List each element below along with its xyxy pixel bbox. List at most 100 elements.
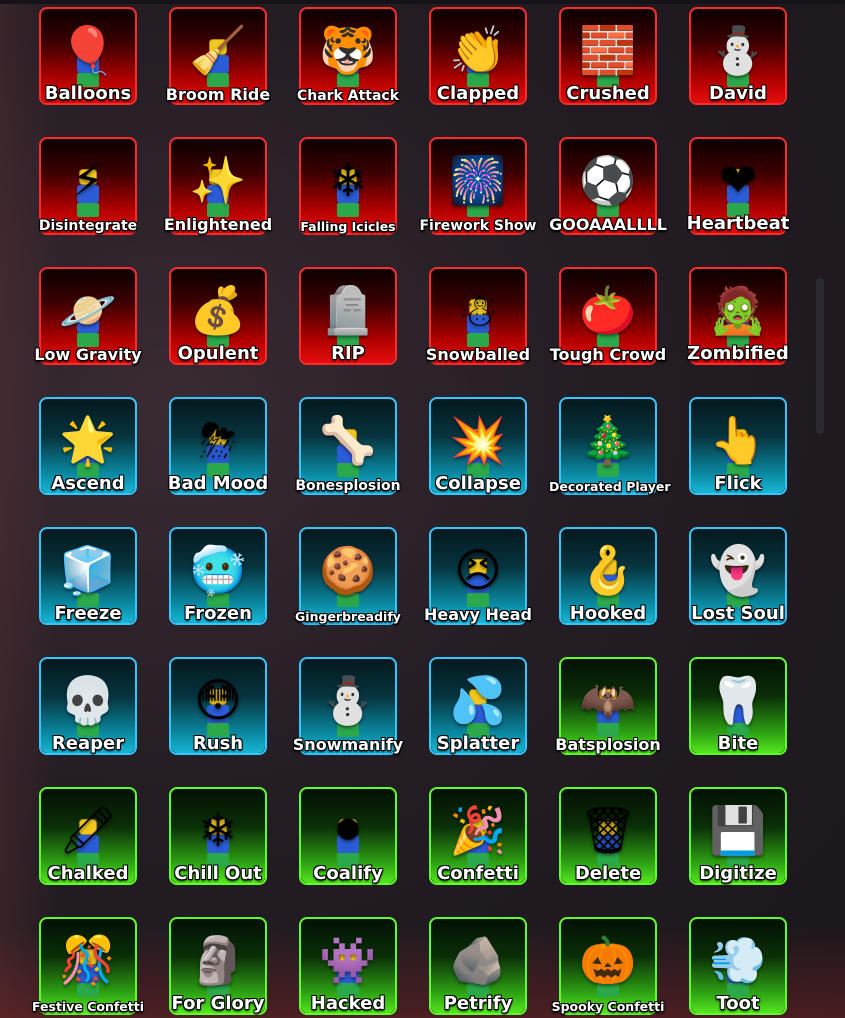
emote-label: Flick: [714, 473, 762, 494]
emote-tile[interactable]: 💨 Toot: [689, 917, 787, 1015]
tombstone-icon: 🪦: [319, 283, 377, 338]
emote-tile[interactable]: 💾 Digitize: [689, 787, 787, 885]
emote-label: Frozen: [184, 603, 252, 624]
emote-label: Opulent: [177, 343, 259, 364]
emote-label: Digitize: [699, 863, 777, 884]
emote-tile[interactable]: 🍅 Tough Crowd: [550, 267, 666, 365]
emote-tile[interactable]: ❄ Chill Out: [169, 787, 267, 885]
emote-tile[interactable]: 👻 Lost Soul: [689, 527, 787, 625]
emote-label: Balloons: [44, 83, 132, 104]
emote-tile[interactable]: 🦷 Bite: [689, 657, 787, 755]
emote-tile[interactable]: 👏 Clapped: [429, 7, 527, 105]
gingerbread-icon: 🍪: [319, 543, 377, 598]
emote-tile[interactable]: 🍪 Gingerbreadify: [295, 527, 401, 625]
emote-label: Falling Icicles: [300, 219, 396, 234]
emote-tile[interactable]: ☃ Snowballed: [426, 267, 530, 365]
emote-label: Collapse: [435, 473, 521, 494]
emote-tile[interactable]: 👾 Hacked: [299, 917, 397, 1015]
emote-label: Hooked: [569, 603, 647, 624]
coal-icon: ⚫: [328, 803, 368, 858]
emote-label: Bite: [717, 733, 759, 754]
glitch-icon: 👾: [319, 933, 377, 988]
emote-tile[interactable]: ⚡ Disintegrate: [39, 137, 137, 235]
emote-tile[interactable]: 🪨 Petrify: [429, 917, 527, 1015]
snowflake-icon: ❄: [198, 803, 238, 858]
emote-tile[interactable]: 🖍 Chalked: [39, 787, 137, 885]
emote-tile[interactable]: 🎊 Festive Confetti: [32, 917, 144, 1015]
emote-label: Rush: [192, 733, 244, 754]
emote-label: Lost Soul: [691, 603, 785, 624]
emote-tile[interactable]: 💰 Opulent: [169, 267, 267, 365]
emote-tile[interactable]: 🗑 Delete: [559, 787, 657, 885]
emote-label: RIP: [331, 343, 365, 364]
emote-label: Bonesplosion: [295, 478, 401, 494]
emote-tile[interactable]: 🎄 Decorated Player: [549, 397, 671, 495]
emote-tile[interactable]: ❤ Heartbeat: [687, 137, 789, 235]
scrollbar[interactable]: [816, 278, 824, 434]
emote-tile[interactable]: 🪦 RIP: [299, 267, 397, 365]
emote-tile[interactable]: 🎉 Confetti: [429, 787, 527, 885]
emote-tile[interactable]: 🧱 Crushed: [559, 7, 657, 105]
ice-icon: 🧊: [59, 543, 117, 598]
emote-tile[interactable]: ⛄ Snowmanify: [293, 657, 403, 755]
laser-icon: ⚡: [71, 153, 105, 208]
ghost-icon: 👻: [709, 543, 767, 598]
emote-tile[interactable]: 🦇 Batsplosion: [555, 657, 661, 755]
emote-label: For Glory: [171, 993, 265, 1014]
emote-tile[interactable]: 👆 Flick: [689, 397, 787, 495]
emote-tile[interactable]: 🎆 Firework Show: [419, 137, 537, 235]
emote-label: Crushed: [566, 83, 650, 104]
fangs-icon: 🦷: [709, 673, 767, 728]
emote-tile[interactable]: 🥶 Frozen: [169, 527, 267, 625]
emote-label: Hacked: [310, 993, 386, 1014]
emote-label: Delete: [574, 863, 642, 884]
storm-cloud-icon: ⛈: [199, 413, 237, 468]
emote-tile[interactable]: 🌟 Ascend: [39, 397, 137, 495]
emote-label: Zombified: [687, 343, 789, 364]
astronaut-icon: 🪐: [59, 283, 117, 338]
emote-label: Snowmanify: [292, 735, 404, 754]
emote-label: Broom Ride: [165, 85, 271, 104]
emote-tile[interactable]: ❄ Falling Icicles: [299, 137, 397, 235]
emote-tile[interactable]: 🦴 Bonesplosion: [295, 397, 401, 495]
top-bar: [0, 0, 845, 4]
emote-grid: 🎈 Balloons 🧹 Broom Ride 🐯 Chark Attack 👏 Clappe…: [32, 7, 799, 1018]
emote-tile[interactable]: 🧹 Broom Ride: [166, 7, 270, 105]
emote-tile[interactable]: 💥 Collapse: [429, 397, 527, 495]
emote-tile[interactable]: 😳 Rush: [169, 657, 267, 755]
emote-tile[interactable]: 😣 Heavy Head: [424, 527, 532, 625]
toot-icon: 💨: [709, 933, 767, 988]
emote-label: Spooky Confetti: [551, 999, 665, 1014]
emote-tile[interactable]: ✨ Enlightened: [164, 137, 272, 235]
emote-label: Batsplosion: [555, 735, 661, 754]
scrollbar-thumb[interactable]: [816, 278, 824, 434]
statue-icon: 🗿: [189, 933, 247, 988]
emote-tile[interactable]: 🪐 Low Gravity: [34, 267, 142, 365]
tomato-icon: 🍅: [579, 283, 637, 338]
emote-tile[interactable]: 💦 Splatter: [429, 657, 527, 755]
broom-icon: 🧹: [189, 23, 247, 78]
emote-label: Freeze: [54, 603, 122, 624]
emote-tile[interactable]: 🪝 Hooked: [559, 527, 657, 625]
emote-label: GOOAAALLLL: [549, 215, 667, 234]
emote-tile[interactable]: ⚽ GOOAAALLLL: [549, 137, 667, 235]
emote-label: Chalked: [47, 863, 129, 884]
emote-tile[interactable]: 💀 Reaper: [39, 657, 137, 755]
heavy-head-icon: 😣: [454, 543, 502, 598]
firework-icon: 🎆: [449, 153, 507, 208]
emote-tile[interactable]: 🐯 Chark Attack: [297, 7, 399, 105]
emote-tile[interactable]: ⚫ Coalify: [299, 787, 397, 885]
emote-tile[interactable]: 🎈 Balloons: [39, 7, 137, 105]
emote-label: Gingerbreadify: [295, 609, 401, 624]
emote-tile[interactable]: 🧟 Zombified: [687, 267, 789, 365]
rubble-icon: 🧱: [579, 23, 637, 78]
emote-label: Enlightened: [163, 215, 273, 234]
emote-tile[interactable]: ⛈ Bad Mood: [168, 397, 268, 495]
chark-icon: 🐯: [319, 23, 377, 78]
emote-tile[interactable]: 🎃 Spooky Confetti: [552, 917, 664, 1015]
emote-tile[interactable]: 🗿 For Glory: [169, 917, 267, 1015]
emote-label: Decorated Player: [549, 479, 671, 494]
emote-tile[interactable]: 🧊 Freeze: [39, 527, 137, 625]
emote-tile[interactable]: ⛄ David: [689, 7, 787, 105]
emote-label: Reaper: [51, 733, 125, 754]
